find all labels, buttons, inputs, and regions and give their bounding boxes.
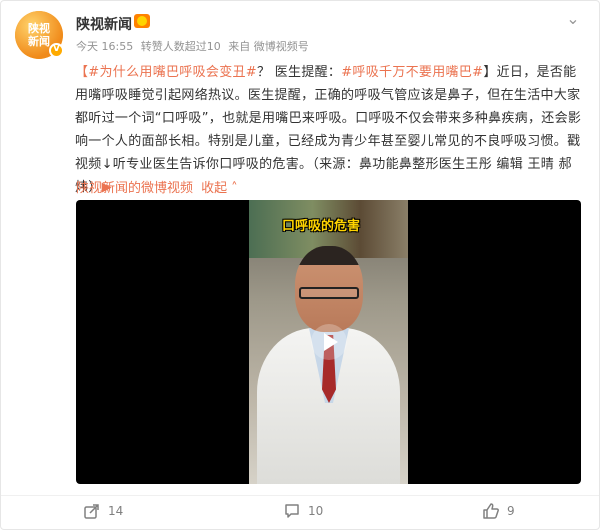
post-source[interactable]: 来自 微博视频号: [228, 40, 309, 53]
post-meta: 今天 16:55 转赞人数超过10 来自 微博视频号: [76, 38, 313, 54]
comment-count: 10: [308, 504, 324, 518]
post-text-part1: ？ 医生提醒：: [257, 65, 342, 80]
play-icon[interactable]: [311, 324, 347, 360]
hashtag-mouth-breathing[interactable]: 【#为什么用嘴巴呼吸会变丑#: [75, 65, 257, 80]
post-time[interactable]: 今天 16:55: [76, 40, 133, 53]
verified-badge-icon: [49, 43, 64, 58]
repost-count: 14: [108, 504, 124, 518]
video-source: 陕视新闻的微博视频 收起 ˄: [76, 177, 242, 196]
repost-icon: [84, 504, 99, 519]
doctor-glasses: [299, 287, 359, 299]
repost-note: 转赞人数超过10: [140, 40, 221, 53]
like-icon: [483, 503, 499, 519]
author-name[interactable]: 陕视新闻: [76, 14, 132, 34]
comment-icon: [285, 504, 299, 518]
post-text-body: 】近日，是否能用嘴呼吸睡觉引起网络热议。医生提醒，正确的呼吸气管应该是鼻子，但在…: [75, 65, 582, 195]
like-count: 9: [507, 504, 515, 518]
hashtag-dont-breathe-mouth[interactable]: #呼吸千万不要用嘴巴#: [341, 65, 483, 80]
chevron-down-icon[interactable]: ⌄: [563, 9, 583, 29]
fan-badge-icon[interactable]: [134, 14, 150, 28]
video-player[interactable]: 口呼吸的危害: [76, 200, 581, 484]
chevron-up-icon[interactable]: ˄: [231, 181, 238, 196]
footer-divider: [1, 495, 599, 496]
video-overlay-title: 口呼吸的危害: [282, 219, 361, 234]
collapse-link[interactable]: 收起: [201, 181, 227, 196]
weibo-post-card: 陕视新闻 陕视新闻 今天 16:55 转赞人数超过10 来自 微博视频号 ⌄ 【…: [0, 0, 600, 530]
video-source-link[interactable]: 陕视新闻的微博视频: [76, 181, 193, 196]
